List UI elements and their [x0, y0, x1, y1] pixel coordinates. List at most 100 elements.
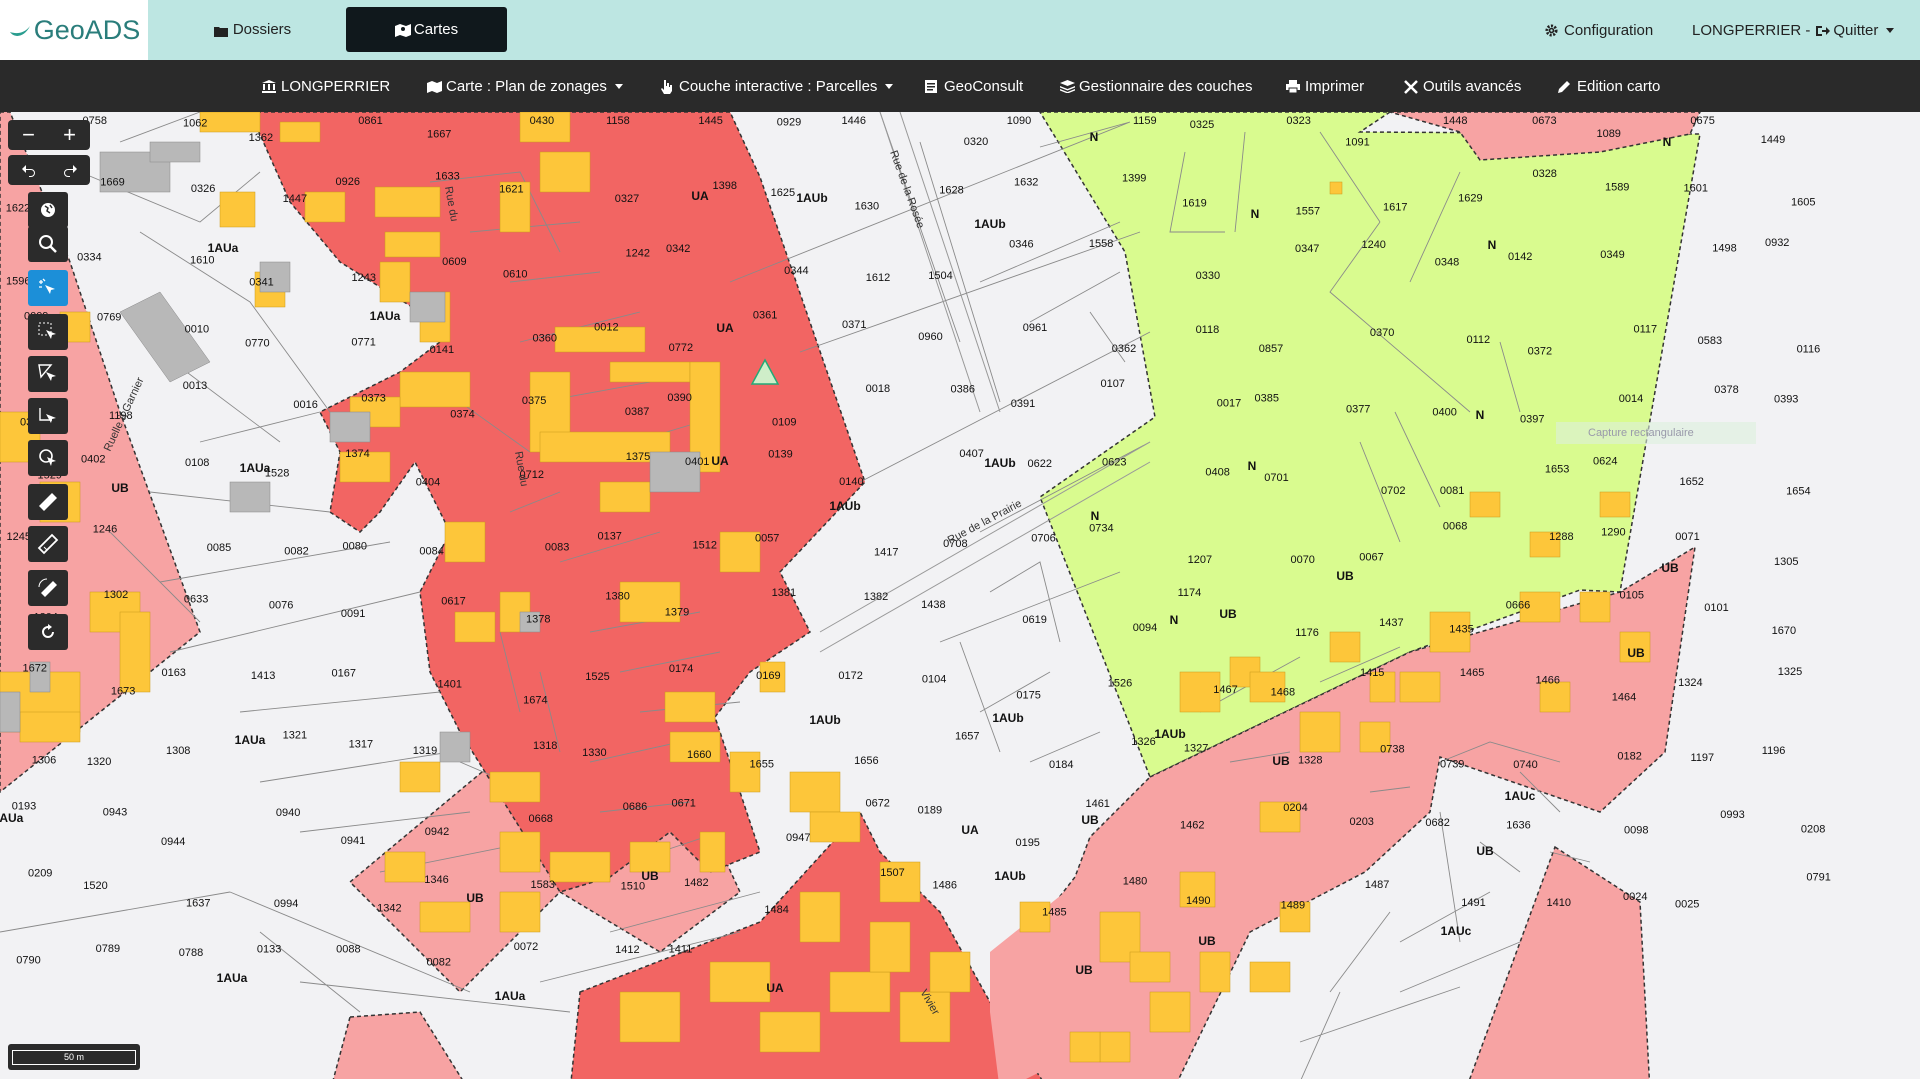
parcel-label: 1630: [855, 201, 879, 213]
redo-button[interactable]: [49, 155, 90, 185]
parcel-label: 1410: [1547, 897, 1571, 909]
nav-commune-label: LONGPERRIER: [281, 77, 391, 95]
undo-button[interactable]: [8, 155, 49, 185]
user-menu[interactable]: LONGPERRIER - Quitter: [1692, 0, 1895, 60]
parcel-label: 1482: [684, 877, 708, 889]
zone-ub-se: [1468, 845, 1651, 1079]
parcel-label: 1438: [921, 599, 945, 611]
nav-print[interactable]: Imprimer: [1286, 60, 1364, 112]
parcel-label: 0404: [416, 477, 440, 489]
parcel-label: 1510: [621, 881, 645, 893]
parcel-label: 0116: [1797, 344, 1821, 356]
select-rectangle-button[interactable]: [28, 314, 68, 350]
parcel-label: 1207: [1188, 554, 1212, 566]
parcel-label: 0348: [1435, 257, 1459, 269]
parcel-label: 0328: [1532, 168, 1556, 180]
select-line-button[interactable]: [28, 398, 68, 434]
parcel-label: 1673: [111, 685, 135, 697]
app-logo[interactable]: GeoADS: [0, 0, 148, 60]
measure-area-button[interactable]: [28, 526, 68, 562]
full-extent-button[interactable]: [28, 192, 68, 228]
zone-label: 1AUa: [0, 811, 24, 825]
parcel-label: 0617: [441, 596, 465, 608]
parcel-label: 0172: [838, 670, 862, 682]
parcel-label: 1159: [1133, 115, 1157, 127]
ruler-area-icon: [37, 533, 59, 555]
zone-label: UB: [1075, 963, 1093, 977]
nav-commune[interactable]: LONGPERRIER: [262, 60, 390, 112]
parcel-label: 0195: [1015, 837, 1039, 849]
minus-icon: −: [22, 122, 35, 147]
parcel-label: 0193: [12, 801, 36, 813]
parcel-label: 1589: [1605, 181, 1629, 193]
zoom-out-button[interactable]: −: [8, 120, 49, 150]
nav-geoconsult[interactable]: GeoConsult: [925, 60, 1023, 112]
select-polygon-button[interactable]: [28, 356, 68, 392]
parcel-label: 1660: [687, 749, 711, 761]
parcel-label: 0018: [866, 383, 890, 395]
tab-dossiers[interactable]: Dossiers: [180, 7, 325, 52]
parcel-label: 0857: [1259, 343, 1283, 355]
nav-layer-manager[interactable]: Gestionnaire des couches: [1060, 60, 1252, 112]
nav-geoconsult-label: GeoConsult: [944, 77, 1024, 95]
parcel-label: 0104: [922, 674, 946, 686]
parcel-label: 1346: [424, 874, 448, 886]
parcel-label: 1445: [698, 115, 722, 127]
parcel-label: 1636: [1506, 820, 1530, 832]
parcel-label: 1374: [345, 448, 369, 460]
map-canvas[interactable]: UA UA UA UA UA UB UB UB UB UB UB UB UB UB UB UB UB 1AUb 1A…: [0, 112, 1920, 1079]
nav-layer-manager-label: Gestionnaire des couches: [1079, 77, 1253, 95]
zoom-rect-icon: [39, 235, 57, 253]
parcel-label: 0960: [918, 331, 942, 343]
zoom-in-button[interactable]: +: [49, 120, 90, 150]
tab-cartes[interactable]: Cartes: [346, 7, 507, 52]
parcel-label: 1243: [352, 272, 376, 284]
parcel-label: 1412: [615, 944, 639, 956]
nav-couche-dropdown[interactable]: Couche interactive : Parcelles: [660, 60, 894, 112]
nav-edition-carto[interactable]: Edition carto: [1558, 60, 1660, 112]
zone-label: UA: [961, 823, 979, 837]
pencil-icon: [1558, 80, 1572, 93]
measure-distance-button[interactable]: [28, 484, 68, 520]
nav-carte-dropdown[interactable]: Carte : Plan de zonages: [427, 60, 623, 112]
parcel-label: 0142: [1508, 251, 1532, 263]
parcel-label: 1375: [626, 451, 650, 463]
parcel-label: 0137: [597, 530, 621, 542]
parcel-label: 0013: [183, 380, 207, 392]
parcel-label: 0174: [669, 663, 693, 675]
parcel-label: 1486: [933, 880, 957, 892]
parcel-label: 0067: [1359, 552, 1383, 564]
parcel-label: 1174: [1178, 587, 1202, 599]
parcel-label: 0633: [184, 593, 208, 605]
parcel-label: 0117: [1633, 324, 1657, 336]
select-point-button[interactable]: [28, 270, 68, 306]
parcel-label: 0943: [103, 807, 127, 819]
rectangle-capture-hint: Capture rectangulaire: [1556, 422, 1756, 444]
nav-edition-carto-label: Edition carto: [1577, 77, 1661, 95]
parcel-label: 0789: [96, 943, 120, 955]
tools-icon: [1404, 80, 1418, 94]
parcel-label: 0619: [1022, 614, 1046, 626]
measure-angle-button[interactable]: [28, 570, 68, 606]
select-circle-button[interactable]: [28, 440, 68, 476]
parcel-label: 0330: [1196, 270, 1220, 282]
parcel-label: 1520: [83, 880, 107, 892]
parcel-label: 0609: [442, 256, 466, 268]
parcel-label: 1601: [1684, 183, 1708, 195]
main-navbar: LONGPERRIER Carte : Plan de zonages Couc…: [0, 60, 1920, 112]
parcel-label: 1321: [283, 730, 307, 742]
parcel-label: 1328: [1298, 755, 1322, 767]
map-svg[interactable]: UAUAUAUAUAUBUBUBUBUBUBUBUBUBUBUBUB1AUb1A…: [0, 112, 1920, 1079]
parcel-label: 0072: [514, 941, 538, 953]
history-controls: [8, 155, 90, 185]
parcel-label: 1504: [928, 270, 952, 282]
document-icon: [925, 80, 939, 93]
reset-button[interactable]: [28, 614, 68, 650]
nav-advanced-tools[interactable]: Outils avancés: [1404, 60, 1521, 112]
parcel-label: 0932: [1765, 237, 1789, 249]
parcel-label: 0360: [533, 333, 557, 345]
configuration-link[interactable]: Configuration: [1545, 0, 1653, 60]
zoom-box-button[interactable]: [28, 226, 68, 262]
folder-icon: [213, 24, 228, 37]
zone-label: N: [1248, 459, 1257, 473]
